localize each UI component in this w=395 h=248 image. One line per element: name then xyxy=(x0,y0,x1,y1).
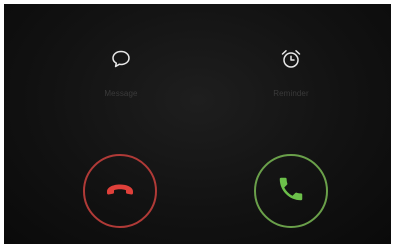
phone-hangup-icon xyxy=(103,172,137,211)
message-label: Message xyxy=(104,89,138,98)
phone-answer-icon xyxy=(276,174,306,209)
answer-call-button[interactable] xyxy=(254,154,328,228)
alarm-clock-icon xyxy=(278,46,304,72)
reminder-action[interactable]: Reminder xyxy=(251,46,331,98)
message-action[interactable]: Message xyxy=(81,46,161,98)
reminder-label: Reminder xyxy=(273,89,309,98)
message-bubble-icon xyxy=(108,46,134,72)
decline-call-button[interactable] xyxy=(83,154,157,228)
incoming-call-screen: Message Reminder xyxy=(4,4,391,244)
